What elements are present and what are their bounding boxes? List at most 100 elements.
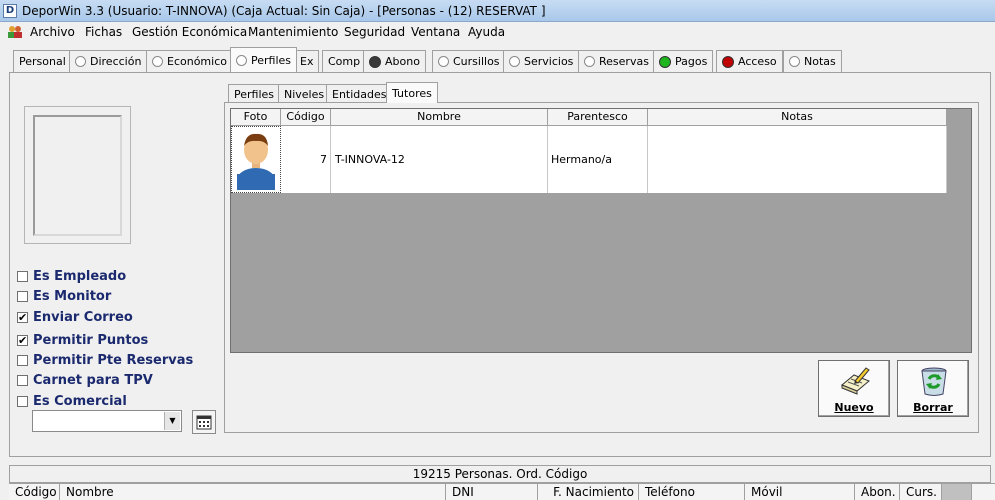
checkbox-permitir-puntos[interactable]: ✔ Permitir Puntos <box>17 332 148 348</box>
column-header-codigo[interactable]: Código <box>9 484 60 500</box>
personas-list-header: Código Nombre DNI F. Nacimiento Teléfono… <box>9 483 995 500</box>
menu-gestion-economica[interactable]: Gestión Económica <box>132 25 247 39</box>
checkbox-box[interactable] <box>17 395 28 407</box>
checkbox-label: Permitir Pte Reservas <box>33 352 194 368</box>
tab-label: Perfiles <box>251 53 292 67</box>
subtab-label: Entidades <box>332 87 387 101</box>
comercial-select[interactable]: ▼ <box>32 410 182 432</box>
subtab-label: Perfiles <box>234 87 275 101</box>
checkbox-es-comercial[interactable]: Es Comercial <box>17 393 127 409</box>
menu-mantenimiento[interactable]: Mantenimiento <box>248 25 338 39</box>
checkbox-carnet-tpv[interactable]: Carnet para TPV <box>17 372 153 388</box>
tab-acceso[interactable]: Acceso <box>716 50 783 72</box>
tab-abono[interactable]: Abono <box>363 50 426 72</box>
people-icon <box>8 26 22 38</box>
column-header-curs[interactable]: Curs. <box>900 484 942 500</box>
window-title: DeporWin 3.3 (Usuario: T-INNOVA) (Caja A… <box>22 4 546 18</box>
tutores-grid[interactable]: Foto Código Nombre Parentesco Notas 7 T-… <box>230 108 972 353</box>
checkbox-box[interactable] <box>17 374 28 386</box>
checkbox-box[interactable] <box>17 354 28 366</box>
chevron-down-icon[interactable]: ▼ <box>164 412 180 430</box>
tab-pagos[interactable]: Pagos <box>653 50 714 72</box>
tab-personal[interactable]: Personal <box>13 50 72 72</box>
tab-direccion[interactable]: Dirección <box>69 50 148 72</box>
tab-label: Pagos <box>675 55 708 68</box>
cell-parentesco[interactable]: Hermano/a <box>548 126 648 193</box>
column-header-telefono[interactable]: Teléfono <box>639 484 745 500</box>
menu-fichas[interactable]: Fichas <box>85 25 122 39</box>
recycle-bin-icon <box>921 367 947 396</box>
borrar-button[interactable]: Borrar <box>897 360 969 417</box>
tab-comp[interactable]: Comp <box>322 50 367 72</box>
tab-label: Personal <box>19 55 66 68</box>
calendar-button[interactable] <box>192 410 216 434</box>
column-header-codigo[interactable]: Código <box>281 109 331 126</box>
menu-seguridad[interactable]: Seguridad <box>344 25 405 39</box>
radio-icon <box>152 56 163 67</box>
tab-ex[interactable]: Ex <box>294 50 320 72</box>
nuevo-button[interactable]: Nuevo <box>818 360 890 417</box>
new-document-icon <box>841 367 870 395</box>
column-header-foto[interactable]: Foto <box>231 109 281 126</box>
tab-economico[interactable]: Económico <box>146 50 233 72</box>
grid-scrollbar[interactable] <box>947 109 971 352</box>
checkbox-enviar-correo[interactable]: ✔ Enviar Correo <box>17 309 133 325</box>
tab-perfiles[interactable]: Perfiles <box>230 47 298 72</box>
column-header-abon[interactable]: Abon. <box>855 484 900 500</box>
tab-label: Dirección <box>90 55 142 68</box>
cell-notas[interactable] <box>648 126 947 193</box>
checkbox-box-checked[interactable]: ✔ <box>17 311 28 323</box>
status-dark-icon <box>369 55 381 68</box>
menu-ayuda[interactable]: Ayuda <box>468 25 505 39</box>
radio-icon <box>236 54 247 66</box>
tab-label: Ex <box>300 55 314 68</box>
radio-icon <box>789 56 800 67</box>
app-icon: D <box>3 4 17 18</box>
tab-label: Abono <box>385 55 420 68</box>
cell-foto[interactable] <box>231 126 281 193</box>
tab-servicios[interactable]: Servicios <box>503 50 580 72</box>
checkbox-box[interactable] <box>17 290 28 302</box>
status-red-icon <box>722 55 734 68</box>
checkbox-box-checked[interactable]: ✔ <box>17 334 28 346</box>
column-header-nombre[interactable]: Nombre <box>331 109 548 126</box>
borrar-label: Borrar <box>913 401 953 414</box>
subtab-entidades[interactable]: Entidades <box>326 84 393 103</box>
column-header-parentesco[interactable]: Parentesco <box>548 109 648 126</box>
menu-archivo[interactable]: Archivo <box>30 25 75 39</box>
photo-placeholder <box>33 115 122 236</box>
subtab-label: Niveles <box>284 87 325 101</box>
checkbox-es-empleado[interactable]: Es Empleado <box>17 268 126 284</box>
subtab-niveles[interactable]: Niveles <box>278 84 331 103</box>
checkbox-label: Es Comercial <box>33 393 127 409</box>
tab-label: Notas <box>804 55 836 68</box>
checkbox-es-monitor[interactable]: Es Monitor <box>17 288 111 304</box>
tab-notas[interactable]: Notas <box>783 50 842 72</box>
checkbox-label: Carnet para TPV <box>33 372 153 388</box>
subtab-perfiles[interactable]: Perfiles <box>228 84 281 103</box>
column-header-nombre[interactable]: Nombre <box>60 484 446 500</box>
title-bar: D DeporWin 3.3 (Usuario: T-INNOVA) (Caja… <box>0 0 995 22</box>
checkbox-label: Permitir Puntos <box>33 332 149 348</box>
checkbox-box[interactable] <box>17 270 28 282</box>
table-row[interactable]: 7 T-INNOVA-12 Hermano/a <box>231 126 947 193</box>
checkbox-label: Es Monitor <box>33 288 112 304</box>
column-header-notas[interactable]: Notas <box>648 109 947 126</box>
status-green-icon <box>659 55 671 68</box>
radio-icon <box>584 56 595 67</box>
tab-cursillos[interactable]: Cursillos <box>432 50 506 72</box>
column-header-f-nacimiento[interactable]: F. Nacimiento <box>538 484 639 500</box>
tab-label: Económico <box>167 55 227 68</box>
subtab-tutores[interactable]: Tutores <box>386 82 438 103</box>
cell-nombre[interactable]: T-INNOVA-12 <box>331 126 548 193</box>
tab-reservas[interactable]: Reservas <box>578 50 655 72</box>
cell-codigo[interactable]: 7 <box>281 126 331 193</box>
checkbox-permitir-pte-reservas[interactable]: Permitir Pte Reservas <box>17 352 193 368</box>
column-header-movil[interactable]: Móvil <box>745 484 855 500</box>
photo-frame[interactable] <box>24 106 131 244</box>
tab-label: Cursillos <box>453 55 500 68</box>
tab-label: Acceso <box>738 55 777 68</box>
column-header-dni[interactable]: DNI <box>446 484 538 500</box>
user-avatar-icon <box>237 133 275 190</box>
menu-ventana[interactable]: Ventana <box>411 25 460 39</box>
